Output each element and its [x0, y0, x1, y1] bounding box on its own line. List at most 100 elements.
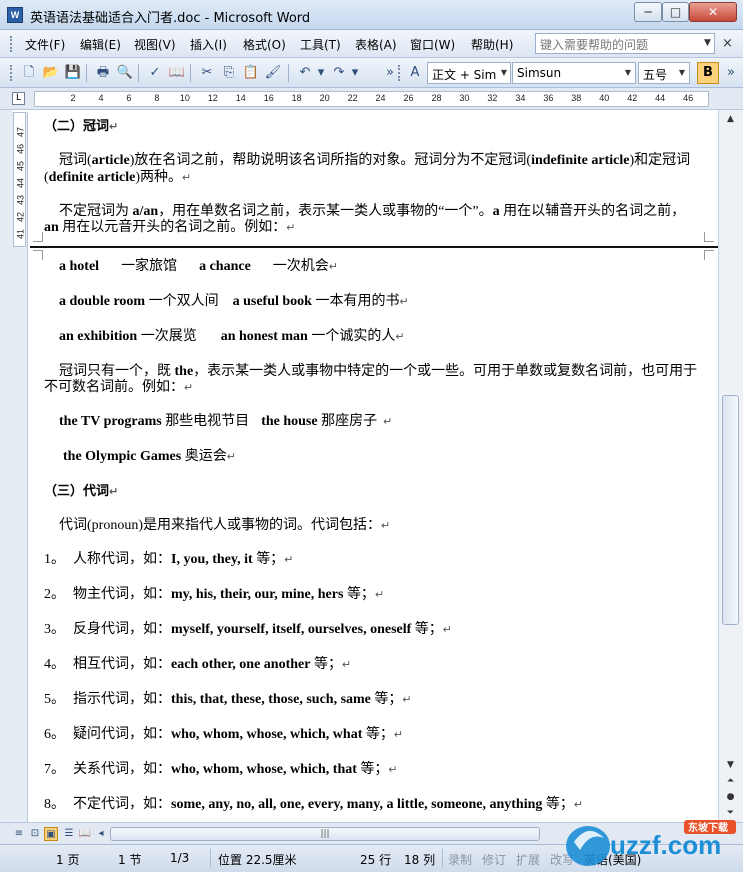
help-search-input[interactable]: 键入需要帮助的问题: [535, 33, 715, 54]
maximize-button[interactable]: □: [662, 2, 689, 22]
text-run: the house: [261, 414, 318, 429]
toolbar-options-icon[interactable]: »: [381, 64, 399, 82]
page-corner-mark: [704, 232, 714, 242]
scroll-left-arrow-icon[interactable]: ◂: [94, 827, 108, 841]
status-record[interactable]: 录制: [448, 851, 472, 868]
status-separator: [210, 849, 211, 867]
toolbar-grip-handle[interactable]: [10, 65, 13, 81]
normal-view-icon[interactable]: ≡: [12, 827, 26, 841]
list-tail: 等；: [343, 587, 375, 602]
menu-format[interactable]: 格式(O): [243, 36, 286, 53]
style-dropdown-arrow-icon[interactable]: ▼: [497, 62, 511, 84]
copy-icon[interactable]: ⎘: [220, 64, 238, 82]
paragraph-mark: ↵: [388, 764, 398, 776]
list-examples: who, whom, whose, which, what: [171, 727, 363, 742]
page-corner-mark: [704, 250, 714, 260]
styles-formatting-icon[interactable]: A: [406, 64, 424, 82]
list-number: 7。: [44, 762, 65, 777]
vertical-scroll-thumb[interactable]: [722, 395, 739, 625]
font-size-dropdown-arrow-icon[interactable]: ▼: [675, 62, 689, 84]
paste-icon[interactable]: 📋: [242, 64, 260, 82]
formatting-toolbar-grip[interactable]: [398, 65, 401, 81]
text-run: 那些电视节目: [161, 414, 250, 429]
bold-button[interactable]: B: [697, 62, 719, 84]
vertical-ruler[interactable]: 41 42 43 44 45 46 47: [12, 112, 28, 822]
paragraph-mark: ↵: [383, 416, 393, 428]
print-icon[interactable]: 🖶: [94, 64, 112, 82]
list-label: 物主代词，如：: [73, 587, 171, 602]
menu-grip-handle[interactable]: [10, 36, 13, 52]
horizontal-scroll-thumb[interactable]: |||: [110, 827, 540, 841]
menu-help[interactable]: 帮助(H): [471, 36, 513, 53]
save-icon[interactable]: 💾: [64, 64, 82, 82]
pronoun-list-item: 1。 人称代词，如：I, you, they, it 等；↵: [44, 548, 293, 568]
list-label: 关系代词，如：: [73, 762, 171, 777]
list-examples: who, whom, whose, which, that: [171, 762, 357, 777]
status-extend[interactable]: 扩展: [516, 851, 540, 868]
menu-window[interactable]: 窗口(W): [410, 36, 455, 53]
font-select[interactable]: Simsun: [512, 62, 636, 84]
ruler-number: 30: [459, 93, 470, 103]
ruler-number: 28: [431, 93, 442, 103]
text-run: indefinite article: [531, 153, 630, 168]
text-run: 用在以元音开头的名词之前。例如：: [58, 220, 287, 235]
open-folder-icon[interactable]: 📂: [42, 64, 60, 82]
formatting-options-icon[interactable]: »: [722, 64, 740, 82]
document-page[interactable]: （二）冠词↵ 冠词(article)放在名词之前，帮助说明该名词所指的对象。冠词…: [30, 110, 718, 822]
paragraph-definite-line2: 不可数名词前。例如：↵: [44, 376, 193, 396]
web-view-icon[interactable]: ⊡: [28, 827, 42, 841]
pronoun-list-item: 8。 不定代词，如：some, any, no, all, one, every,…: [44, 793, 583, 813]
list-tail: 等；: [370, 692, 403, 707]
menu-insert[interactable]: 插入(I): [190, 36, 227, 53]
new-document-icon[interactable]: 🗋: [20, 64, 38, 82]
close-window-button[interactable]: ✕: [689, 2, 737, 22]
format-painter-icon[interactable]: 🖌: [264, 64, 282, 82]
menu-view[interactable]: 视图(V): [134, 36, 176, 53]
help-dropdown-arrow-icon[interactable]: ▼: [700, 33, 715, 54]
paragraph-mark: ↵: [341, 659, 352, 671]
print-preview-icon[interactable]: 🔍: [116, 64, 134, 82]
close-document-icon[interactable]: ×: [722, 36, 733, 51]
previous-page-icon[interactable]: ⏶: [722, 774, 739, 788]
browse-object-icon[interactable]: ●: [722, 790, 739, 804]
vertical-scrollbar[interactable]: ▲ ▼ ⏶ ● ⏷: [718, 110, 743, 822]
menu-file[interactable]: 文件(F): [25, 36, 65, 53]
paragraph-mark: ↵: [109, 120, 119, 133]
status-track-changes[interactable]: 修订: [482, 851, 506, 868]
menu-table[interactable]: 表格(A): [355, 36, 397, 53]
text-run: )是用来指代人或事物的词。代词包括：: [138, 518, 382, 533]
list-label: 反身代词，如：: [73, 622, 171, 637]
list-examples: my, his, their, our, mine, hers: [171, 587, 344, 602]
ruler-number: 32: [487, 93, 498, 103]
horizontal-ruler[interactable]: 2 4 6 8 10 12 14 16 18 20 22 24 26 28 30 32 34 36 38 40 42 44…: [34, 91, 709, 107]
redo-dropdown-icon[interactable]: ▾: [346, 64, 364, 82]
word-app-icon[interactable]: W: [7, 7, 23, 23]
text-run: 一本有用的书: [311, 294, 400, 309]
outline-view-icon[interactable]: ☰: [62, 827, 76, 841]
page-corner-mark: [33, 232, 43, 242]
ruler-number: 46: [683, 93, 694, 103]
scroll-up-arrow-icon[interactable]: ▲: [722, 112, 739, 126]
vruler-number: 45: [15, 161, 26, 172]
cut-icon[interactable]: ✂: [198, 64, 216, 82]
example-line-5: the Olympic Games 奥运会↵: [63, 445, 236, 465]
example-line-2: a double room 一个双人间 a useful book 一本有用的书↵: [59, 290, 409, 310]
paragraph-mark: ↵: [109, 485, 119, 498]
tab-selector[interactable]: L: [12, 92, 25, 105]
menu-tools[interactable]: 工具(T): [300, 36, 341, 53]
font-dropdown-arrow-icon[interactable]: ▼: [621, 62, 635, 84]
list-label: 人称代词，如：: [73, 552, 171, 567]
scroll-down-arrow-icon[interactable]: ▼: [722, 758, 739, 772]
minimize-button[interactable]: ─: [634, 2, 662, 22]
paragraph-mark: ↵: [395, 331, 405, 343]
text-run: an honest man: [220, 329, 308, 344]
ruler-number: 44: [655, 93, 666, 103]
undo-dropdown-icon[interactable]: ▾: [312, 64, 330, 82]
menu-edit[interactable]: 编辑(E): [80, 36, 121, 53]
spelling-icon[interactable]: ✓: [146, 64, 164, 82]
print-layout-view-icon[interactable]: ▣: [44, 827, 58, 841]
reading-view-icon[interactable]: 📖: [78, 827, 92, 841]
page-break-line: [30, 246, 718, 248]
list-number: 1。: [44, 552, 65, 567]
research-icon[interactable]: 📖: [168, 64, 186, 82]
